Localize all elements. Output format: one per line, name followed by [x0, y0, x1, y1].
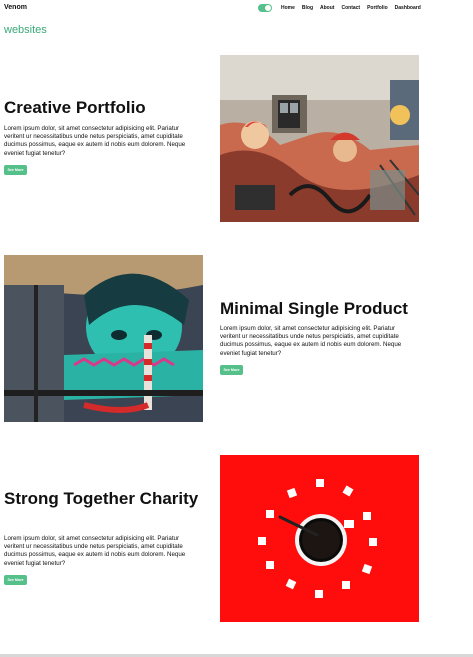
mural-girl-image [4, 255, 203, 422]
top-nav: Venom Home Blog About Contact Portfolio … [0, 0, 473, 18]
nav-links: Home Blog About Contact Portfolio Dashbo… [281, 5, 421, 11]
section-text-product: Lorem ipsum dolor, sit amet consectetur … [220, 325, 402, 357]
see-more-button-product[interactable]: See More [220, 365, 243, 375]
nav-link-blog[interactable]: Blog [302, 5, 313, 11]
section-text-portfolio: Lorem ipsum dolor, sit amet consectetur … [4, 125, 186, 157]
tagline: websites [4, 24, 47, 36]
section-title-portfolio: Creative Portfolio [4, 98, 146, 117]
section-title-charity: Strong Together Charity [4, 489, 199, 508]
section-text-charity: Lorem ipsum dolor, sit amet consectetur … [4, 535, 186, 567]
nav-link-portfolio[interactable]: Portfolio [367, 5, 388, 11]
street-art-image [220, 55, 419, 222]
brand-logo[interactable]: Venom [4, 4, 27, 11]
see-more-button-portfolio[interactable]: See More [4, 165, 27, 175]
nav-link-contact[interactable]: Contact [341, 5, 360, 11]
nav-link-about[interactable]: About [320, 5, 334, 11]
nav-link-home[interactable]: Home [281, 5, 295, 11]
toggle-knob-icon [265, 5, 271, 11]
street-art-graphic [220, 55, 419, 222]
see-more-button-charity[interactable]: See More [4, 575, 27, 585]
coffee-clock-graphic [220, 455, 419, 622]
section-title-product: Minimal Single Product [220, 299, 408, 318]
nav-link-dashboard[interactable]: Dashboard [395, 5, 421, 11]
mural-girl-graphic [4, 255, 203, 422]
coffee-clock-image [220, 455, 419, 622]
theme-toggle[interactable] [258, 4, 272, 12]
